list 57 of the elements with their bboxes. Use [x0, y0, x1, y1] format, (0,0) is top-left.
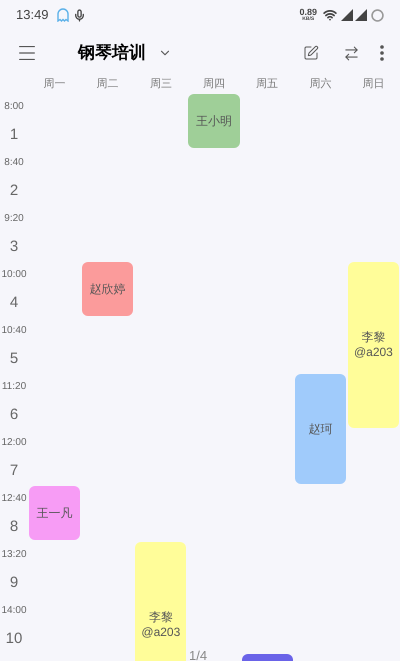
period-time: 12:00 — [1, 436, 27, 450]
course-text: 赵珂 — [308, 422, 332, 436]
weekday-header: 周日 — [361, 77, 386, 92]
period-time: 13:20 — [1, 548, 27, 562]
course-block[interactable]: 王一凡 — [29, 486, 80, 540]
period-number: 9 — [10, 573, 18, 593]
network-speed: 0.89 — [299, 8, 317, 17]
more-button[interactable] — [380, 45, 384, 61]
course-text: @a203 — [141, 625, 180, 640]
period-time: 8:40 — [4, 156, 24, 170]
period-number: 6 — [10, 405, 18, 425]
edit-button[interactable] — [303, 45, 319, 61]
period-number: 5 — [10, 349, 18, 369]
weekday-header: 周四 — [202, 77, 226, 92]
weekday-header: 周六 — [308, 76, 332, 92]
period-time: 9:20 — [4, 212, 24, 226]
course-block[interactable]: 李黎 @a203 — [135, 542, 186, 661]
microphone-icon — [72, 8, 86, 22]
period-number: 3 — [10, 237, 18, 257]
weekday-header: 周二 — [96, 77, 120, 92]
course-block[interactable]: 李黎 @a203 — [348, 262, 399, 428]
period-number: 7 — [10, 461, 18, 481]
title-dropdown[interactable]: 钢琴培训 — [78, 40, 172, 66]
course-text: 赵欣婷 — [90, 282, 126, 296]
weekday-header: 周一 — [42, 77, 67, 92]
weekday-header: 周五 — [255, 77, 280, 92]
edit-icon — [303, 45, 319, 61]
battery-icon — [371, 8, 384, 22]
course-block[interactable]: 赵欣婷 — [82, 262, 134, 316]
page-indicator: 1/4 — [189, 647, 208, 661]
period-number: 4 — [10, 293, 18, 313]
ghost-icon — [56, 8, 69, 22]
signal-icon — [341, 9, 353, 21]
course-block[interactable]: 赵珂 — [294, 374, 346, 484]
more-icon — [380, 45, 384, 61]
period-time: 11:20 — [2, 380, 26, 394]
period-time: 12:40 — [1, 492, 27, 506]
period-number: 10 — [6, 629, 22, 649]
period-time: 8:00 — [4, 100, 24, 114]
status-time: 13:49 — [16, 6, 49, 24]
course-text: @a203 — [354, 345, 393, 360]
period-time: 14:00 — [1, 604, 27, 618]
course-block[interactable]: 王小明 — [188, 94, 240, 148]
swap-icon — [343, 44, 360, 62]
period-number: 8 — [10, 517, 18, 537]
period-time: 10:00 — [1, 268, 27, 282]
period-number: 2 — [10, 181, 18, 201]
course-text: 李黎 — [361, 330, 386, 345]
wifi-icon — [323, 8, 337, 22]
course-text: 李黎 — [148, 610, 173, 625]
period-time: 10:40 — [1, 324, 27, 338]
weekday-header: 周三 — [148, 77, 173, 92]
signal-icon — [355, 9, 367, 21]
swap-button[interactable] — [343, 44, 360, 62]
course-text: 王小明 — [196, 114, 232, 128]
period-number: 1 — [10, 125, 18, 145]
course-text: 王一凡 — [36, 506, 73, 520]
